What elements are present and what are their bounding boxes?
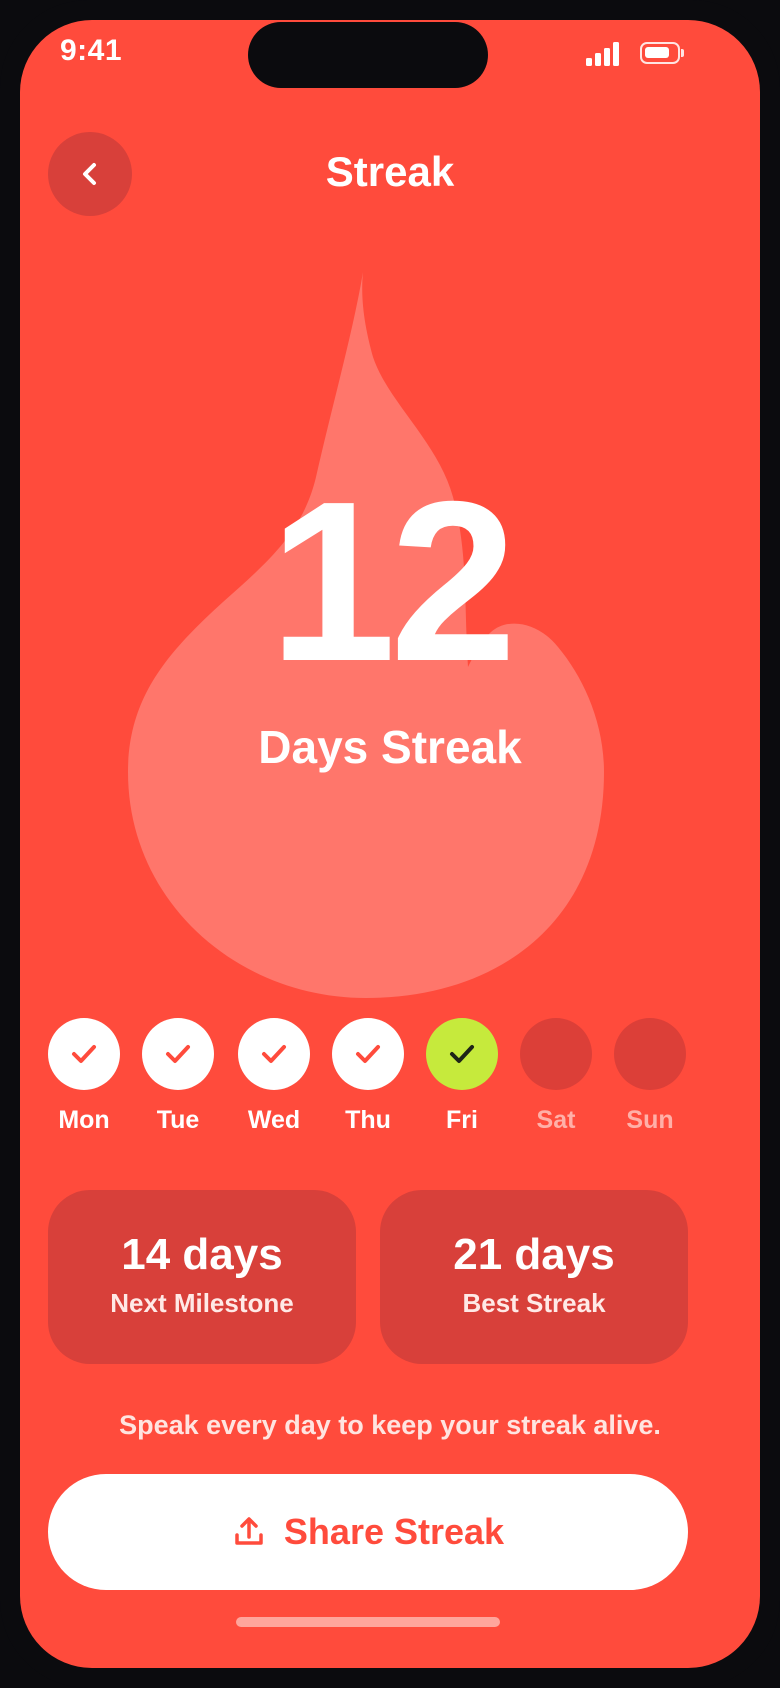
day-status-circle: [426, 1018, 498, 1090]
day-mon: Mon: [48, 1018, 120, 1135]
check-icon: [450, 1045, 474, 1063]
next-milestone-card: 14 days Next Milestone: [48, 1190, 356, 1364]
day-status-circle: [142, 1018, 214, 1090]
check-icon: [72, 1045, 96, 1063]
home-indicator[interactable]: [236, 1617, 500, 1627]
day-status-circle: [332, 1018, 404, 1090]
check-icon: [262, 1045, 286, 1063]
streak-label: Days Streak: [258, 721, 522, 773]
day-tue: Tue: [142, 1018, 214, 1135]
best-streak-card: 21 days Best Streak: [380, 1190, 688, 1364]
day-thu: Thu: [332, 1018, 404, 1135]
check-icon: [166, 1045, 190, 1063]
app-screen: 9:41 Streak 12 Days Streak Mon Tue Wed T…: [20, 20, 760, 1668]
next-milestone-value: 14 days: [121, 1230, 283, 1279]
check-icon: [356, 1045, 380, 1063]
day-label: Sun: [626, 1106, 674, 1134]
share-streak-button[interactable]: Share Streak: [48, 1474, 688, 1590]
day-status-circle: [614, 1018, 686, 1090]
share-upload-icon: [235, 1517, 263, 1545]
page-title: Streak: [325, 148, 455, 195]
best-streak-value: 21 days: [453, 1230, 615, 1279]
status-time: 9:41: [60, 34, 123, 67]
day-status-circle: [238, 1018, 310, 1090]
next-milestone-caption: Next Milestone: [110, 1288, 294, 1318]
day-status-circle: [520, 1018, 592, 1090]
week-tracker: Mon Tue Wed Thu Fri Sat Sun: [48, 1018, 734, 1148]
day-status-circle: [48, 1018, 120, 1090]
day-sun: Sun: [614, 1018, 686, 1135]
share-streak-label: Share Streak: [283, 1511, 505, 1552]
cellular-signal-icon: [586, 42, 622, 66]
best-streak-caption: Best Streak: [462, 1288, 606, 1318]
streak-count: 12: [269, 455, 517, 709]
day-fri: Fri: [426, 1018, 498, 1135]
day-wed: Wed: [238, 1018, 310, 1135]
dynamic-island: [248, 22, 488, 88]
streak-hint: Speak every day to keep your streak aliv…: [119, 1410, 661, 1440]
battery-icon: [640, 42, 684, 64]
phone-frame: 9:41 Streak 12 Days Streak Mon Tue Wed T…: [0, 0, 780, 1688]
day-sat: Sat: [520, 1018, 592, 1135]
